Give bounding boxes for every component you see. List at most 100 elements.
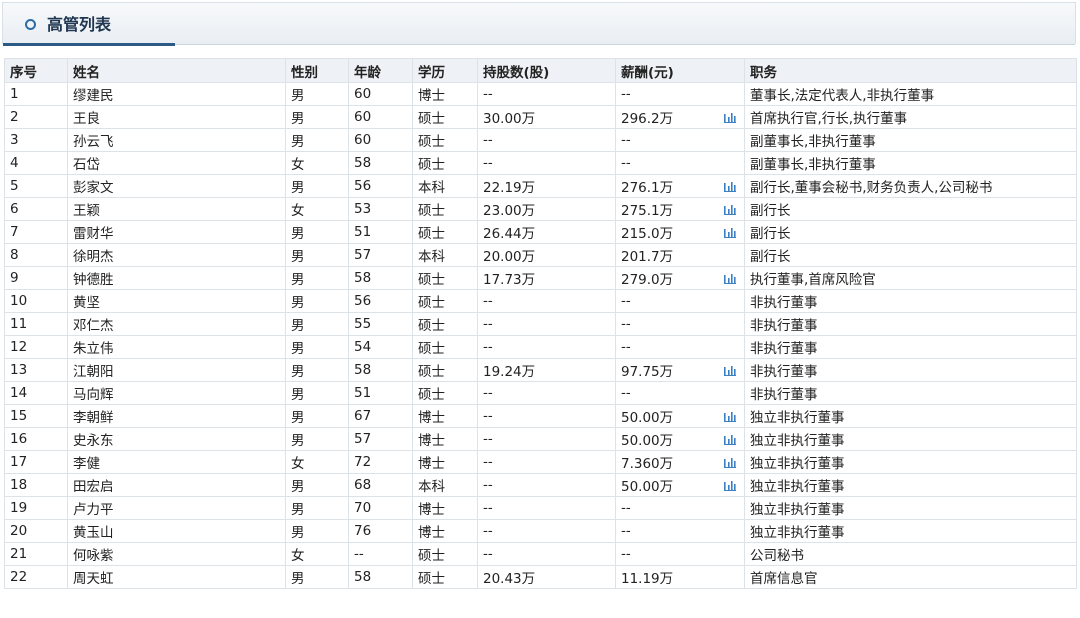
header-salary[interactable]: 薪酬(元)	[615, 58, 745, 83]
cell-no: 16	[4, 427, 68, 451]
cell-name: 朱立伟	[67, 335, 286, 359]
cell-education-text: 本科	[418, 479, 445, 495]
cell-education-text: 硕士	[418, 571, 445, 587]
cell-salary-text: 50.00万	[621, 433, 674, 449]
cell-salary: 11.19万	[615, 565, 745, 589]
cell-gender-text: 女	[291, 157, 305, 173]
cell-position-text: 董事长,法定代表人,非执行董事	[750, 88, 935, 104]
cell-age: 67	[348, 404, 413, 428]
bar-chart-icon[interactable]	[724, 227, 736, 238]
bar-chart-icon[interactable]	[724, 411, 736, 422]
cell-no-text: 20	[10, 523, 28, 539]
cell-name: 王颖	[67, 197, 286, 221]
cell-no-text: 8	[10, 247, 19, 263]
cell-salary-text: 276.1万	[621, 180, 674, 196]
cell-salary: 50.00万	[615, 473, 745, 497]
cell-shares-text: --	[483, 86, 493, 102]
cell-shares-text: --	[483, 523, 493, 539]
cell-position: 独立非执行董事	[744, 496, 1077, 520]
bar-chart-icon[interactable]	[724, 480, 736, 491]
cell-shares: --	[477, 289, 616, 313]
cell-no-text: 22	[10, 569, 28, 585]
cell-name: 黄玉山	[67, 519, 286, 543]
cell-shares-text: --	[483, 293, 493, 309]
cell-education: 本科	[412, 243, 478, 267]
cell-education-text: 博士	[418, 456, 445, 472]
cell-no-text: 18	[10, 477, 28, 493]
cell-salary-text: --	[621, 385, 631, 401]
cell-shares-text: --	[483, 546, 493, 562]
header-no[interactable]: 序号	[4, 58, 68, 83]
cell-no: 12	[4, 335, 68, 359]
cell-position-text: 独立非执行董事	[750, 410, 845, 426]
bar-chart-icon[interactable]	[724, 457, 736, 468]
cell-gender-text: 男	[291, 295, 305, 311]
cell-name-text: 徐明杰	[73, 249, 114, 265]
cell-salary-text: --	[621, 339, 631, 355]
cell-name-text: 雷财华	[73, 226, 114, 242]
cell-education-text: 博士	[418, 502, 445, 518]
header-gender[interactable]: 性别	[285, 58, 349, 83]
cell-name: 缪建民	[67, 82, 286, 106]
cell-age: 51	[348, 220, 413, 244]
header-education[interactable]: 学历	[412, 58, 478, 83]
header-name[interactable]: 姓名	[67, 58, 286, 83]
cell-age-text: 51	[354, 224, 372, 240]
cell-age-text: 56	[354, 178, 372, 194]
bar-chart-icon[interactable]	[724, 204, 736, 215]
cell-education-text: 硕士	[418, 318, 445, 334]
bar-chart-icon[interactable]	[724, 181, 736, 192]
cell-no: 14	[4, 381, 68, 405]
cell-no: 4	[4, 151, 68, 175]
bar-chart-icon[interactable]	[724, 273, 736, 284]
cell-name-text: 史永东	[73, 433, 114, 449]
cell-gender-text: 男	[291, 433, 305, 449]
cell-salary: --	[615, 128, 745, 152]
cell-age: 70	[348, 496, 413, 520]
cell-gender: 男	[285, 220, 349, 244]
cell-salary-text: 7.360万	[621, 456, 674, 472]
bar-chart-icon[interactable]	[724, 434, 736, 445]
cell-no: 8	[4, 243, 68, 267]
cell-no-text: 4	[10, 155, 19, 171]
cell-name-text: 黄玉山	[73, 525, 114, 541]
cell-position: 董事长,法定代表人,非执行董事	[744, 82, 1077, 106]
cell-age: 58	[348, 151, 413, 175]
header-position[interactable]: 职务	[744, 58, 1077, 83]
cell-salary: 7.360万	[615, 450, 745, 474]
cell-no: 15	[4, 404, 68, 428]
cell-position: 副行长	[744, 243, 1077, 267]
header-shares[interactable]: 持股数(股)	[477, 58, 616, 83]
cell-salary: 201.7万	[615, 243, 745, 267]
cell-education-text: 本科	[418, 180, 445, 196]
bar-chart-icon[interactable]	[724, 112, 736, 123]
cell-shares: 20.00万	[477, 243, 616, 267]
cell-name: 李健	[67, 450, 286, 474]
cell-shares: --	[477, 473, 616, 497]
cell-salary: --	[615, 496, 745, 520]
cell-gender-text: 男	[291, 410, 305, 426]
cell-name: 卢力平	[67, 496, 286, 520]
cell-no: 19	[4, 496, 68, 520]
table-row: 5 彭家文 男 56 本科 22.19万 276.1万 副行长,董事会秘书,财务负责人,公司秘…	[4, 174, 1077, 198]
cell-no: 13	[4, 358, 68, 382]
table-row: 7 雷财华 男 51 硕士 26.44万 215.0万 副行长	[4, 220, 1077, 244]
table-row: 19 卢力平 男 70 博士 -- -- 独立非执行董事	[4, 496, 1077, 520]
cell-shares: --	[477, 404, 616, 428]
cell-name: 江朝阳	[67, 358, 286, 382]
cell-position: 非执行董事	[744, 312, 1077, 336]
cell-age-text: 58	[354, 155, 372, 171]
cell-name-text: 周天虹	[73, 571, 114, 587]
header-age[interactable]: 年龄	[348, 58, 413, 83]
cell-age-text: 72	[354, 454, 372, 470]
cell-age: 58	[348, 266, 413, 290]
cell-position-text: 独立非执行董事	[750, 456, 845, 472]
cell-gender-text: 男	[291, 180, 305, 196]
cell-shares: --	[477, 450, 616, 474]
cell-no: 10	[4, 289, 68, 313]
bar-chart-icon[interactable]	[724, 365, 736, 376]
cell-salary-text: --	[621, 132, 631, 148]
cell-education: 硕士	[412, 105, 478, 129]
cell-gender: 男	[285, 312, 349, 336]
cell-age-text: 54	[354, 339, 372, 355]
